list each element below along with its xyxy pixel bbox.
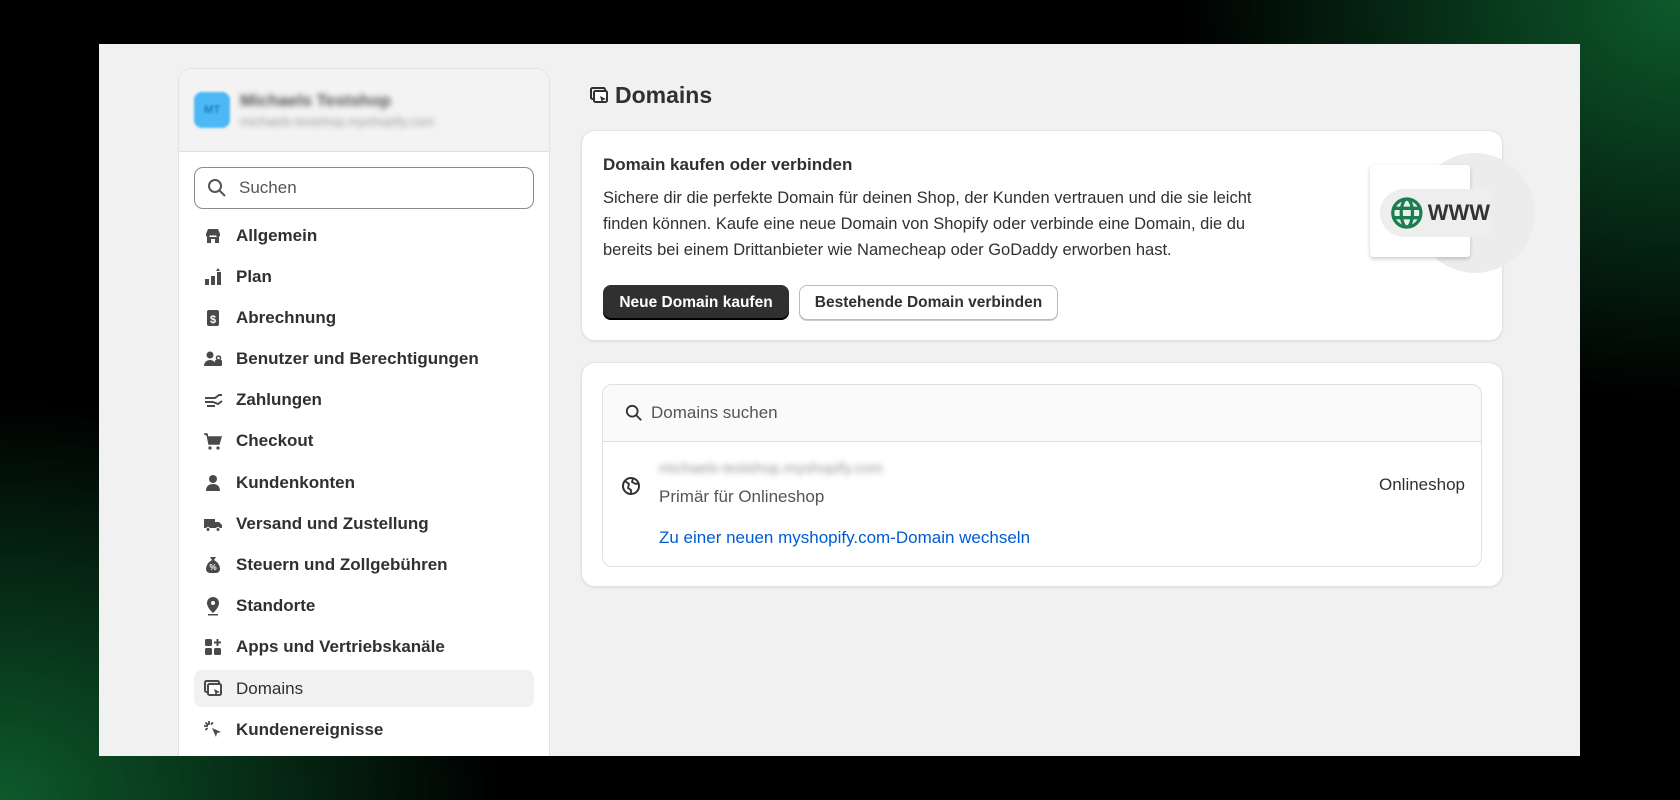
svg-text:%: % xyxy=(209,563,216,572)
promo-heading: Domain kaufen oder verbinden xyxy=(603,155,853,174)
search-placeholder: Suchen xyxy=(239,178,297,197)
domains-icon xyxy=(202,678,224,700)
sidebar-item-label: Abrechnung xyxy=(236,307,337,327)
www-text: WWW xyxy=(1427,200,1490,225)
shop-name: Michaels Testshop xyxy=(240,91,391,110)
domains-search-input[interactable]: Domains suchen xyxy=(603,385,1481,442)
connect-domain-button[interactable]: Bestehende Domain verbinden xyxy=(799,285,1058,320)
avatar: MT xyxy=(194,92,230,128)
cart-icon xyxy=(202,430,224,452)
sidebar-item-kundenkonten[interactable]: Kundenkonten xyxy=(194,464,534,501)
globe-icon xyxy=(622,477,640,495)
sidebar-item-label: Standorte xyxy=(236,596,316,616)
sidebar-item-zahlungen[interactable]: Zahlungen xyxy=(194,382,534,419)
plan-icon xyxy=(202,266,224,288)
domains-icon xyxy=(590,86,608,103)
search-icon xyxy=(625,404,642,421)
sidebar-item-standorte[interactable]: Standorte xyxy=(194,588,534,625)
page-title: Domains xyxy=(589,82,712,109)
sidebar-item-label: Benutzer und Berechtigungen xyxy=(236,349,479,369)
svg-text:$: $ xyxy=(210,314,216,326)
settings-sidebar: MT Michaels Testshop michaels-testshop.m… xyxy=(178,68,550,756)
sidebar-item-abrechnung[interactable]: $ Abrechnung xyxy=(194,299,534,336)
cursor-icon xyxy=(202,719,224,741)
tax-icon: % xyxy=(202,554,224,576)
sidebar-item-label: Allgemein xyxy=(236,225,318,245)
globe-icon xyxy=(1391,197,1423,229)
sidebar-item-steuern-und-zollgeb-hren[interactable]: % Steuern und Zollgebühren xyxy=(194,547,534,584)
truck-icon xyxy=(202,513,224,535)
store-icon xyxy=(202,225,224,247)
apps-icon xyxy=(202,636,224,658)
domain-name[interactable]: michaels-testshop.myshopify.com xyxy=(659,460,883,477)
change-myshopify-domain-link[interactable]: Zu einer neuen myshopify.com-Domain wech… xyxy=(659,528,1030,548)
sidebar-item-plan[interactable]: Plan xyxy=(194,258,534,295)
domains-search-placeholder: Domains suchen xyxy=(651,403,778,422)
sidebar-item-allgemein[interactable]: Allgemein xyxy=(194,217,534,254)
sidebar-item-domains[interactable]: Domains xyxy=(194,670,534,708)
settings-search-input[interactable]: Suchen xyxy=(194,167,534,209)
sidebar-item-label: Kundenereignisse xyxy=(236,719,384,739)
sidebar-item-label: Domains xyxy=(236,678,304,698)
buy-domain-button[interactable]: Neue Domain kaufen xyxy=(603,285,789,320)
receipt-icon: $ xyxy=(202,307,224,329)
domain-row[interactable]: michaels-testshop.myshopify.com Primär f… xyxy=(603,442,1481,566)
page-title-text: Domains xyxy=(615,82,713,108)
settings-panel: MT Michaels Testshop michaels-testshop.m… xyxy=(99,44,1580,756)
sidebar-item-apps-und-vertriebskan-le[interactable]: Apps und Vertriebskanäle xyxy=(194,629,534,666)
sidebar-item-label: Versand und Zustellung xyxy=(236,513,429,533)
promo-body: Sichere dir die perfekte Domain für dein… xyxy=(603,189,1252,259)
domain-channel: Onlineshop xyxy=(1378,475,1465,494)
sidebar-item-label: Plan xyxy=(236,266,272,286)
sidebar-item-label: Checkout xyxy=(236,431,314,451)
shop-header[interactable]: MT Michaels Testshop michaels-testshop.m… xyxy=(179,69,549,152)
sidebar-item-versand-und-zustellung[interactable]: Versand und Zustellung xyxy=(194,505,534,542)
sidebar-item-benutzer-und-berechtigungen[interactable]: Benutzer und Berechtigungen xyxy=(194,341,534,378)
person-icon xyxy=(202,472,224,494)
sidebar-item-checkout[interactable]: Checkout xyxy=(194,423,534,460)
www-illustration: WWW xyxy=(1352,153,1535,283)
payment-icon xyxy=(202,389,224,411)
domain-promo-card: Domain kaufen oder verbinden Sichere dir… xyxy=(581,130,1535,341)
sidebar-item-label: Kundenkonten xyxy=(236,472,355,492)
search-icon xyxy=(208,179,226,197)
settings-nav: Allgemein Plan $ Abrechnung Benutzer und Ber… xyxy=(179,217,549,748)
sidebar-item-kundenereignisse[interactable]: Kundenereignisse xyxy=(194,711,534,748)
domain-status: Primär für Onlineshop xyxy=(659,487,825,506)
domains-list-card: Domains suchen michaels-testshop.myshopi… xyxy=(581,362,1503,587)
sidebar-item-label: Zahlungen xyxy=(236,390,322,410)
sidebar-item-label: Steuern und Zollgebühren xyxy=(236,555,448,574)
location-icon xyxy=(202,595,224,617)
shop-url: michaels-testshop.myshopify.com xyxy=(240,114,435,129)
users-icon xyxy=(202,348,224,370)
sidebar-item-label: Apps und Vertriebskanäle xyxy=(236,637,445,657)
